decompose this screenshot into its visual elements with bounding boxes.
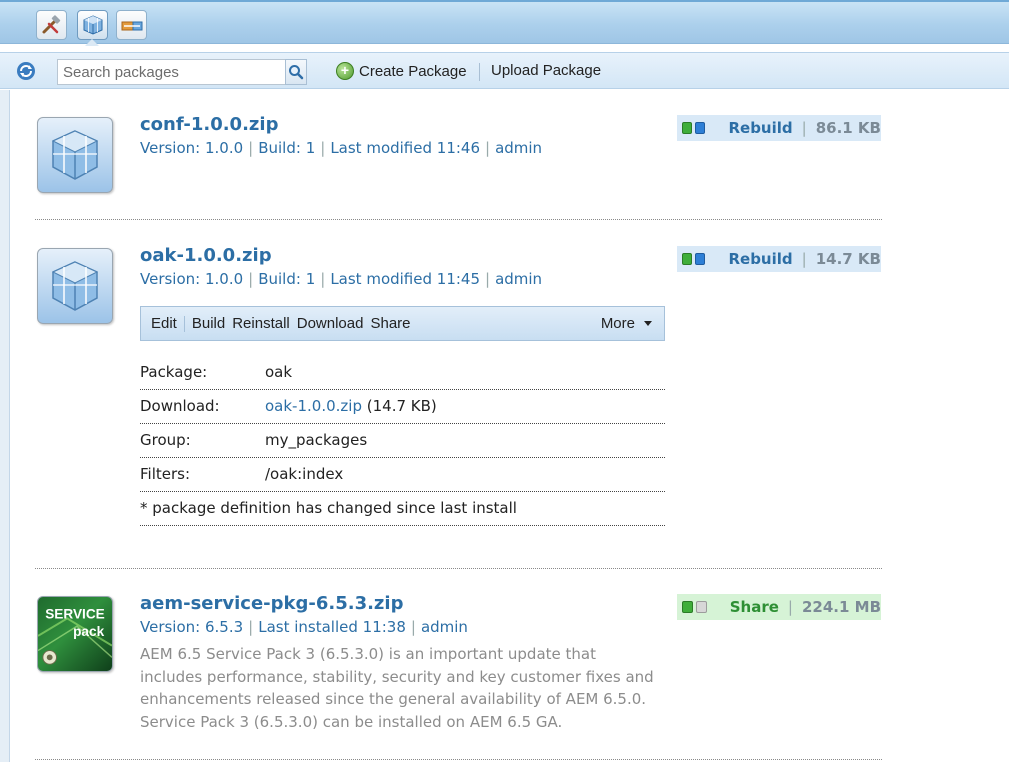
- rebuild-link[interactable]: Rebuild: [728, 250, 792, 268]
- detail-row-filters: Filters: /oak:index: [140, 458, 665, 492]
- upload-package-button[interactable]: Upload Package: [491, 62, 601, 79]
- package-size: 86.1 KB: [815, 119, 881, 137]
- package-cube-icon: [51, 130, 99, 180]
- reinstall-button[interactable]: Reinstall: [232, 315, 297, 332]
- hammer-wrench-icon: [42, 15, 60, 34]
- add-circle-icon: +: [336, 62, 354, 80]
- download-button[interactable]: Download: [297, 315, 371, 332]
- search-button[interactable]: [285, 59, 307, 85]
- download-size: (14.7 KB): [366, 397, 437, 415]
- package-name-link[interactable]: aem-service-pkg-6.5.3.zip: [140, 593, 403, 614]
- package-build: Build: 1: [258, 270, 316, 288]
- package-status: Rebuild | 14.7 KB: [677, 246, 881, 272]
- package-installed: Last installed 11:38: [258, 618, 406, 636]
- box-share-icon: [121, 21, 142, 31]
- build-button[interactable]: Build: [185, 315, 232, 332]
- package-meta: Version: 6.5.3 | Last installed 11:38 | admi…: [140, 618, 468, 636]
- package-version: Version: 1.0.0: [140, 270, 244, 288]
- refresh-icon: [17, 62, 35, 80]
- detail-value: oak-1.0.0.zip (14.7 KB): [265, 397, 437, 415]
- detail-label: Download:: [140, 397, 220, 415]
- status-gray-indicator-icon: [695, 601, 707, 613]
- rebuild-link[interactable]: Rebuild: [728, 119, 792, 137]
- package-name-link[interactable]: conf-1.0.0.zip: [140, 114, 278, 135]
- detail-value: my_packages: [265, 431, 368, 449]
- service-pack-icon-label-top: SERVICE: [45, 606, 105, 621]
- status-blue-indicator-icon: [695, 253, 706, 265]
- status-blue-indicator-icon: [695, 122, 706, 134]
- package-icon[interactable]: [37, 117, 113, 193]
- download-link[interactable]: oak-1.0.0.zip: [265, 397, 362, 415]
- package-cube-icon: [51, 261, 99, 311]
- detail-note-text: * package definition has changed since l…: [140, 499, 517, 517]
- more-menu-label: More: [600, 315, 635, 332]
- row-divider: [35, 568, 882, 569]
- detail-label: Filters:: [140, 465, 191, 483]
- detail-note: * package definition has changed since l…: [140, 492, 665, 526]
- edit-button[interactable]: Edit: [141, 315, 184, 332]
- detail-label: Package:: [140, 363, 208, 381]
- package-action-bar: Edit Build Reinstall Download Share More: [140, 306, 665, 341]
- status-green-indicator-icon: [682, 253, 693, 265]
- top-tab-bar: [0, 0, 1009, 46]
- package-version: Version: 1.0.0: [140, 139, 244, 157]
- share-button[interactable]: Share: [370, 315, 417, 332]
- status-green-indicator-icon: [682, 601, 693, 613]
- tools-tab[interactable]: [36, 10, 67, 40]
- create-package-button[interactable]: + Create Package: [336, 62, 467, 80]
- create-package-label: Create Package: [359, 62, 467, 80]
- package-user: admin: [420, 618, 468, 636]
- package-modified: Last modified 11:46: [330, 139, 480, 157]
- toolbar-divider: [479, 63, 480, 81]
- active-tab-pointer: [85, 39, 99, 46]
- service-pack-icon: SERVICE pack: [38, 606, 112, 665]
- left-frame: [0, 90, 10, 762]
- package-cube-icon: [83, 15, 102, 35]
- service-pack-icon-label-bottom: pack: [73, 624, 104, 639]
- chevron-down-icon: [644, 321, 652, 326]
- package-meta: Version: 1.0.0 | Build: 1 | Last modified 11…: [140, 270, 543, 288]
- detail-row-download: Download: oak-1.0.0.zip (14.7 KB): [140, 390, 665, 424]
- status-green-indicator-icon: [682, 122, 693, 134]
- packages-tab[interactable]: [77, 10, 108, 40]
- package-size: 224.1 MB: [801, 598, 881, 616]
- package-user: admin: [495, 270, 543, 288]
- package-status: Share | 224.1 MB: [677, 594, 881, 620]
- detail-row-package: Package: oak: [140, 356, 665, 390]
- row-divider: [35, 219, 882, 220]
- share-link[interactable]: Share: [730, 598, 779, 616]
- toolbar: + Create Package Upload Package: [0, 52, 1009, 89]
- search-icon: [289, 65, 304, 80]
- refresh-button[interactable]: [15, 60, 37, 82]
- package-icon[interactable]: [37, 248, 113, 324]
- package-size: 14.7 KB: [815, 250, 881, 268]
- package-user: admin: [495, 139, 543, 157]
- package-description: AEM 6.5 Service Pack 3 (6.5.3.0) is an i…: [140, 645, 654, 731]
- package-meta: Version: 1.0.0 | Build: 1 | Last modified 11…: [140, 139, 543, 157]
- package-version: Version: 6.5.3: [140, 618, 244, 636]
- package-modified: Last modified 11:45: [330, 270, 480, 288]
- package-status: Rebuild | 86.1 KB: [677, 115, 881, 141]
- detail-label: Group:: [140, 431, 191, 449]
- package-icon[interactable]: SERVICE pack: [37, 596, 113, 672]
- detail-value: oak: [265, 363, 293, 381]
- row-divider: [35, 759, 882, 760]
- more-menu-button[interactable]: More: [601, 315, 664, 332]
- package-name-link[interactable]: oak-1.0.0.zip: [140, 245, 272, 266]
- share-tab[interactable]: [116, 10, 147, 40]
- package-build: Build: 1: [258, 139, 316, 157]
- detail-value: /oak:index: [265, 465, 344, 483]
- search-input[interactable]: [57, 59, 286, 85]
- detail-row-group: Group: my_packages: [140, 424, 665, 458]
